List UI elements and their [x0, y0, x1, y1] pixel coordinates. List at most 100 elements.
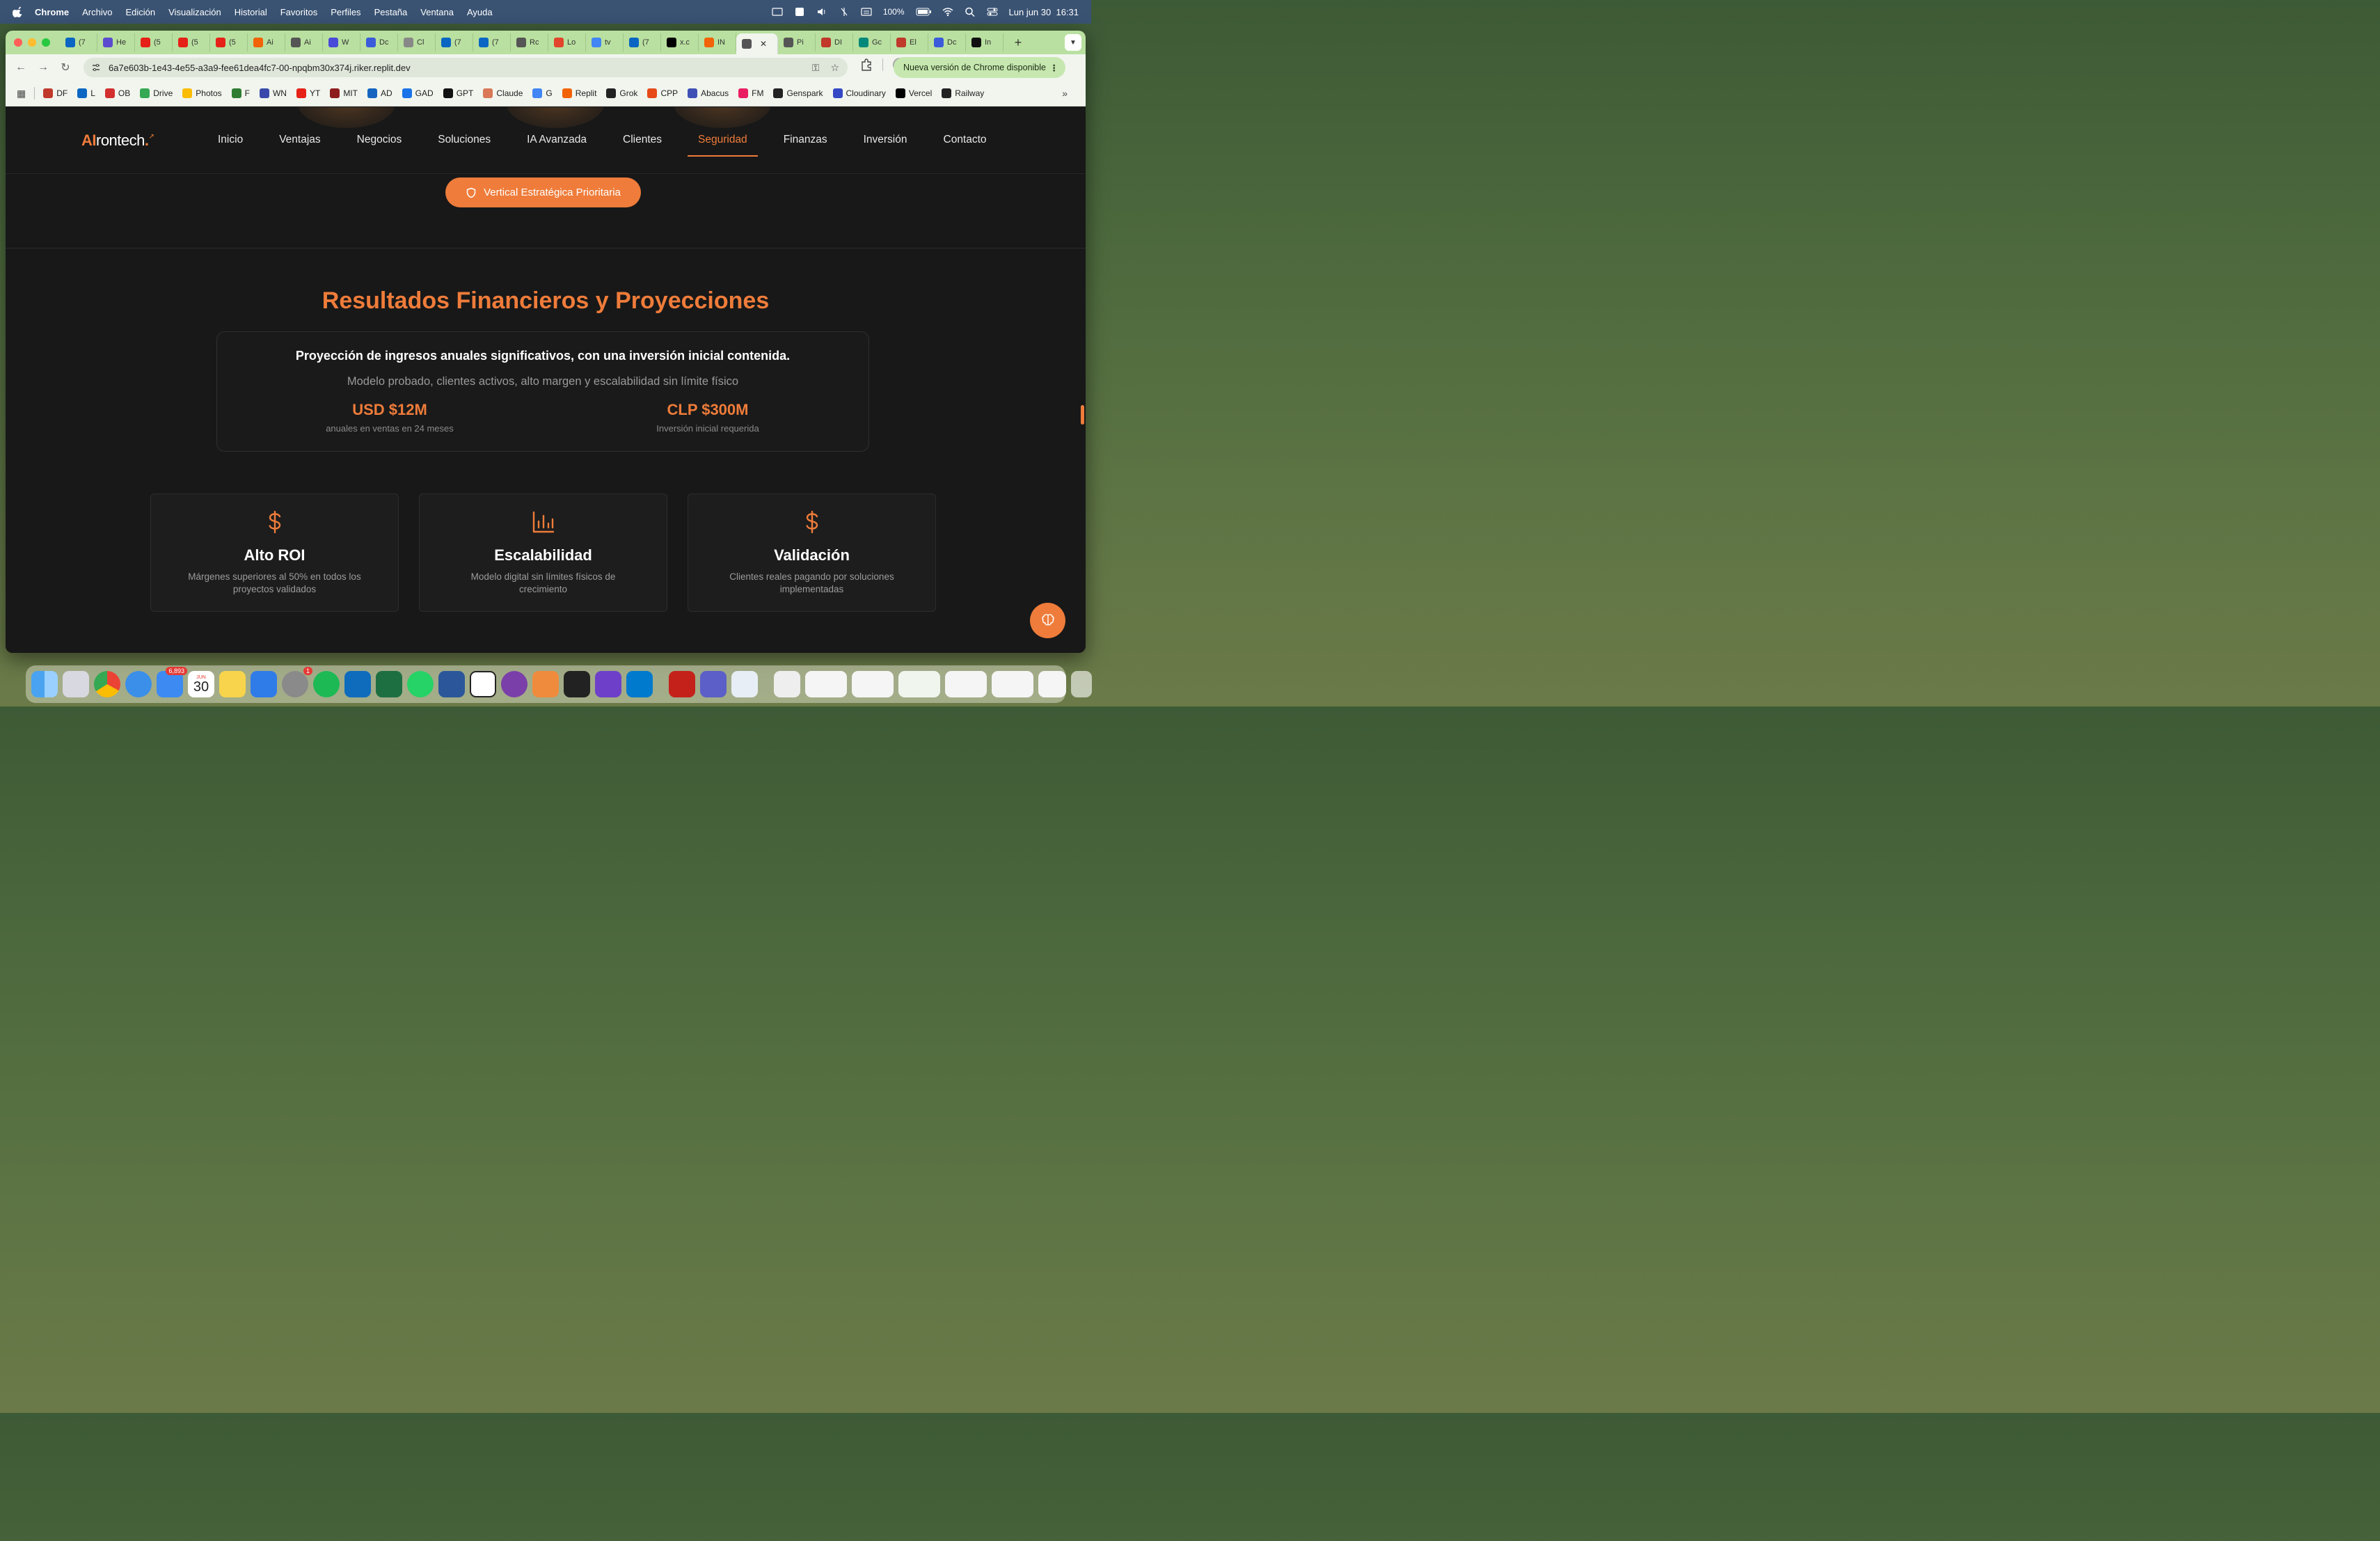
bookmark-item[interactable]: DF: [43, 88, 68, 98]
menu-visualizacion[interactable]: Visualización: [168, 7, 221, 17]
phone-mirror-icon[interactable]: [532, 671, 559, 697]
document-thumbnail-icon[interactable]: [852, 671, 894, 697]
bookmark-item[interactable]: OB: [104, 88, 130, 98]
apple-icon[interactable]: [13, 6, 24, 17]
mail-icon[interactable]: 6,893: [157, 667, 187, 697]
document-thumbnail-icon[interactable]: [898, 671, 940, 697]
document-thumbnail-icon[interactable]: [945, 671, 987, 697]
browser-tab[interactable]: tv: [586, 33, 624, 52]
bookmark-item[interactable]: Grok: [606, 88, 637, 98]
bookmark-item[interactable]: F: [231, 88, 250, 98]
vertical-estrategica-button[interactable]: Vertical Estratégica Prioritaria: [445, 177, 641, 207]
menu-favoritos[interactable]: Favoritos: [280, 7, 317, 17]
browser-tab[interactable]: DI: [816, 33, 853, 52]
spotify-icon[interactable]: [313, 671, 340, 697]
reload-icon[interactable]: ↻: [54, 61, 77, 74]
bookmark-item[interactable]: Genspark: [773, 88, 823, 98]
menu-ayuda[interactable]: Ayuda: [467, 7, 493, 17]
nav-inversion[interactable]: Inversión: [864, 134, 907, 146]
whatsapp-icon[interactable]: [407, 671, 434, 697]
bookmark-item[interactable]: Abacus: [688, 88, 729, 98]
apps-grid-icon[interactable]: ▦: [17, 88, 26, 100]
menu-pestana[interactable]: Pestaña: [374, 7, 408, 17]
wifi-icon[interactable]: [942, 7, 953, 17]
browser-tab[interactable]: W: [323, 33, 360, 52]
nav-finanzas[interactable]: Finanzas: [784, 134, 827, 146]
browser-tab[interactable]: Lo: [548, 33, 586, 52]
browser-tab[interactable]: Ai: [248, 33, 285, 52]
bookmark-item[interactable]: Cloudinary: [832, 88, 886, 98]
chrome-update-button[interactable]: Nueva versión de Chrome disponible ⋮: [894, 57, 1065, 78]
calendar-icon[interactable]: JUN 30: [188, 671, 214, 697]
browser-tab[interactable]: (7: [60, 33, 97, 52]
close-window-button[interactable]: [14, 38, 22, 47]
acrobat-icon[interactable]: [669, 671, 695, 697]
close-tab-icon[interactable]: ✕: [760, 39, 767, 49]
nav-contacto[interactable]: Contacto: [944, 134, 987, 146]
browser-tab[interactable]: x.c: [661, 33, 699, 52]
excel-icon[interactable]: [376, 671, 402, 697]
chrome-menu-icon[interactable]: ⋮: [1049, 63, 1058, 73]
bookmark-item[interactable]: Claude: [483, 88, 523, 98]
scrollbar-thumb[interactable]: [1081, 405, 1084, 425]
vscode-icon[interactable]: [626, 671, 653, 697]
bookmark-item[interactable]: GPT: [443, 88, 473, 98]
bluetooth-off-icon[interactable]: [839, 7, 850, 17]
bookmark-item[interactable]: G: [532, 88, 553, 98]
ai-assistant-button[interactable]: [1030, 603, 1065, 638]
browser-tab[interactable]: In: [966, 33, 1003, 52]
browser-tab[interactable]: IN: [699, 33, 736, 52]
bookmark-item[interactable]: YT: [296, 88, 320, 98]
browser-tab[interactable]: (7: [624, 33, 661, 52]
settings-icon[interactable]: 1: [282, 667, 312, 697]
document-thumbnail-icon[interactable]: [992, 671, 1033, 697]
nav-seguridad[interactable]: Seguridad: [688, 134, 758, 157]
new-tab-button[interactable]: +: [1009, 35, 1027, 50]
trash-icon[interactable]: [1071, 671, 1092, 697]
browser-tab[interactable]: Dc: [928, 33, 966, 52]
replit-icon[interactable]: [564, 671, 590, 697]
more-bookmarks-icon[interactable]: »: [1062, 88, 1068, 99]
display-icon[interactable]: [861, 7, 872, 17]
menubar-clock[interactable]: Lun jun 30 16:31: [1009, 7, 1079, 17]
extensions-puzzle-icon[interactable]: [860, 58, 873, 71]
bookmark-item[interactable]: GAD: [402, 88, 434, 98]
browser-tab[interactable]: Cl: [398, 33, 436, 52]
chrome-icon[interactable]: [94, 671, 120, 697]
battery-icon[interactable]: [916, 7, 931, 17]
menu-archivo[interactable]: Archivo: [82, 7, 112, 17]
launchpad-icon[interactable]: [63, 671, 89, 697]
browser-tab[interactable]: El: [891, 33, 928, 52]
menu-app-name[interactable]: Chrome: [35, 7, 69, 17]
browser-tab[interactable]: Dc: [360, 33, 398, 52]
bookmark-item[interactable]: WN: [259, 88, 287, 98]
browser-tab[interactable]: (7: [473, 33, 511, 52]
outlook-icon[interactable]: [344, 671, 371, 697]
bookmark-item[interactable]: Drive: [140, 88, 173, 98]
browser-tab[interactable]: Pi: [778, 33, 816, 52]
teams-icon[interactable]: [700, 671, 727, 697]
finder-icon[interactable]: [31, 671, 58, 697]
browser-tab[interactable]: He: [97, 33, 135, 52]
calendar31-icon[interactable]: [470, 671, 496, 697]
spotlight-search-icon[interactable]: [965, 7, 976, 17]
minimize-window-button[interactable]: [28, 38, 36, 47]
browser-tab[interactable]: (5: [210, 33, 248, 52]
bookmark-item[interactable]: AD: [367, 88, 392, 98]
nav-soluciones[interactable]: Soluciones: [438, 134, 491, 146]
github-icon[interactable]: [595, 671, 621, 697]
document-thumbnail-icon[interactable]: [774, 671, 800, 697]
screen-mirror-icon[interactable]: [772, 7, 783, 17]
document-thumbnail-icon[interactable]: [805, 671, 847, 697]
menu-perfiles[interactable]: Perfiles: [331, 7, 360, 17]
bookmark-item[interactable]: Railway: [942, 88, 984, 98]
browser-tab[interactable]: Ai: [285, 33, 323, 52]
forward-arrow-icon[interactable]: →: [32, 61, 54, 74]
browser-tab[interactable]: (5: [173, 33, 210, 52]
address-bar[interactable]: 6a7e603b-1e43-4e55-a3a9-fee61dea4fc7-00-…: [84, 58, 848, 77]
browser-tab[interactable]: ✕: [736, 33, 778, 54]
preview-icon[interactable]: [731, 671, 758, 697]
control-center-icon[interactable]: [987, 7, 998, 17]
nav-clientes[interactable]: Clientes: [623, 134, 662, 146]
bookmark-star-icon[interactable]: ☆: [830, 62, 839, 74]
